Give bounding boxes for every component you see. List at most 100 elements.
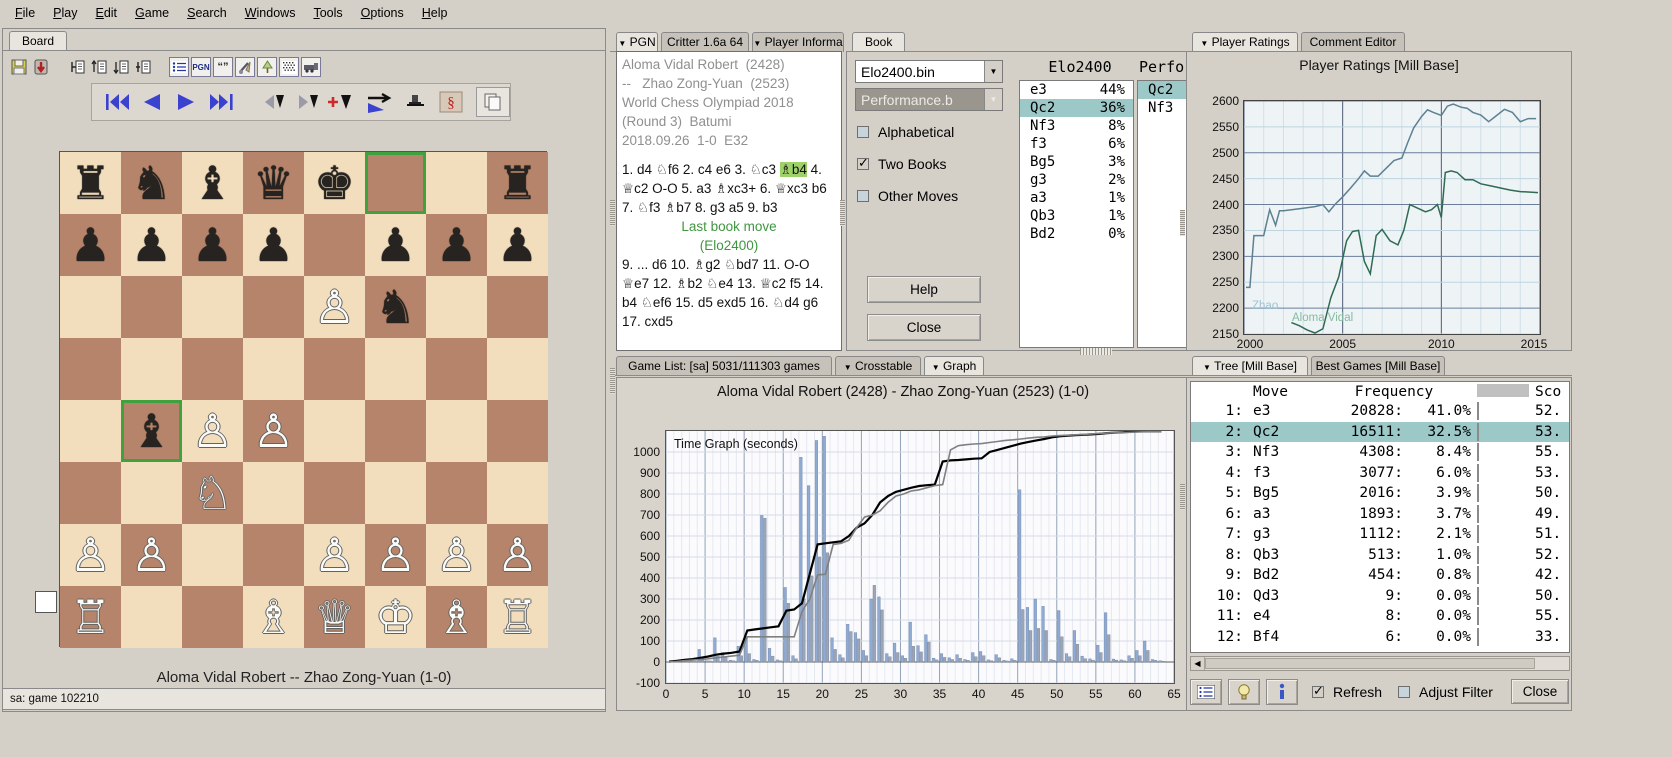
tab-player-informa[interactable]: ▼ Player Informa <box>752 32 844 52</box>
tree-row[interactable]: 2: Qc2 16511: 32.5% 53. <box>1191 421 1569 442</box>
tree-col-score[interactable]: Sco <box>1529 384 1569 400</box>
pgn-splitter[interactable] <box>610 200 615 226</box>
board-square-h4[interactable] <box>487 400 548 462</box>
go-end-icon[interactable] <box>203 87 237 117</box>
book-icon[interactable] <box>279 57 299 77</box>
tree-row-move[interactable]: Bd2 <box>1243 567 1317 583</box>
board-square-f3[interactable] <box>365 462 426 524</box>
tree-icon[interactable] <box>257 57 277 77</box>
board-square-a5[interactable] <box>60 338 121 400</box>
tree-row[interactable]: 10: Qd3 9: 0.0% 50. <box>1191 586 1569 607</box>
tab-crosstable[interactable]: ▼ Crosstable <box>835 356 921 376</box>
menu-item-play[interactable]: Play <box>44 3 86 23</box>
board-square-e3[interactable] <box>304 462 365 524</box>
board-square-f1[interactable]: ♔ <box>365 586 426 648</box>
piece-k-e8[interactable]: ♚ <box>314 160 355 206</box>
autoplay-icon[interactable] <box>361 87 401 117</box>
tree-row-move[interactable]: f3 <box>1243 465 1317 481</box>
menu-item-tools[interactable]: Tools <box>304 3 351 23</box>
piece-P-a2[interactable]: ♙ <box>70 532 111 578</box>
board-square-d8[interactable]: ♛ <box>243 152 304 214</box>
checkbox-alphabetical[interactable]: Alphabetical <box>857 124 954 140</box>
scroll-left-icon[interactable]: ◀ <box>1191 657 1205 670</box>
other-moves-checkbox-box[interactable] <box>857 190 869 202</box>
tree-row-move[interactable]: Qd3 <box>1243 588 1317 604</box>
board-square-b3[interactable] <box>121 462 182 524</box>
copy-icon[interactable] <box>476 87 510 117</box>
book-move-row[interactable]: f3 6% <box>1020 135 1133 153</box>
tree-col-move[interactable]: Move <box>1243 384 1317 400</box>
lightbulb-icon[interactable] <box>1228 679 1260 705</box>
tree-row[interactable]: 3: Nf3 4308: 8.4% 55. <box>1191 442 1569 463</box>
book-move-row[interactable]: e3 44% <box>1020 81 1133 99</box>
tree-splitter[interactable] <box>1180 484 1185 510</box>
board-square-g3[interactable] <box>426 462 487 524</box>
tree-row[interactable]: 1: e3 20828: 41.0% 52. <box>1191 401 1569 422</box>
board-square-d6[interactable] <box>243 276 304 338</box>
board-square-f6[interactable]: ♞ <box>365 276 426 338</box>
tree-horizontal-scrollbar[interactable]: ◀ <box>1190 656 1570 671</box>
board-square-b5[interactable] <box>121 338 182 400</box>
menu-item-windows[interactable]: Windows <box>236 3 305 23</box>
tree-col-frequency[interactable]: Frequency <box>1317 384 1471 400</box>
piece-N-c3[interactable]: ♘ <box>192 470 233 516</box>
book-move-row[interactable]: Nf3 8% <box>1020 117 1133 135</box>
board-square-d1[interactable]: ♗ <box>243 586 304 648</box>
board-square-c3[interactable]: ♘ <box>182 462 243 524</box>
board-square-b2[interactable]: ♙ <box>121 524 182 586</box>
piece-r-h8[interactable]: ♜ <box>497 160 538 206</box>
tab-player-ratings[interactable]: ▼ Player Ratings <box>1192 32 1298 52</box>
checkbox-refresh[interactable]: Refresh <box>1312 683 1382 700</box>
close-button[interactable]: Close <box>867 314 981 341</box>
piece-P-e2[interactable]: ♙ <box>314 532 355 578</box>
piece-p-g7[interactable]: ♟ <box>436 222 477 268</box>
gamelist-icon[interactable] <box>169 57 189 77</box>
tab-graph[interactable]: ▼ Graph <box>924 356 984 376</box>
piece-p-c7[interactable]: ♟ <box>192 222 233 268</box>
piece-p-h7[interactable]: ♟ <box>497 222 538 268</box>
board-square-c4[interactable]: ♙ <box>182 400 243 462</box>
refresh-checkbox-box[interactable] <box>1312 683 1324 699</box>
tree-row[interactable]: 4: f3 3077: 6.0% 53. <box>1191 463 1569 484</box>
piece-b-c8[interactable]: ♝ <box>192 160 233 206</box>
board-square-c8[interactable]: ♝ <box>182 152 243 214</box>
go-start-icon[interactable] <box>102 87 136 117</box>
piece-p-a7[interactable]: ♟ <box>70 222 111 268</box>
board-square-a7[interactable]: ♟ <box>60 214 121 276</box>
piece-R-a1[interactable]: ♖ <box>70 594 111 640</box>
tree-row-move[interactable]: Qc2 <box>1243 424 1317 440</box>
tree-row[interactable]: 8: Qb3 513: 1.0% 52. <box>1191 545 1569 566</box>
piece-n-b8[interactable]: ♞ <box>131 160 172 206</box>
chessboard[interactable]: ♜ ♞ ♝ ♛ ♚ ♜ ♟ ♟ ♟ ♟ ♟ ♟ ♟ ♙ ♞ ♝ ♙ ♙ ♘ ♙ ♙ ♙ ♙ ♙ ♙ ♖ ♗ ♕ ♔ ♗ ♖ <box>59 151 548 648</box>
graph-vsplitter[interactable] <box>610 368 615 394</box>
piece-r-a8[interactable]: ♜ <box>70 160 111 206</box>
board-square-g2[interactable]: ♙ <box>426 524 487 586</box>
chevron-down-icon[interactable]: ▼ <box>753 39 761 48</box>
board-square-a1[interactable]: ♖ <box>60 586 121 648</box>
add-var-last-icon[interactable] <box>133 57 153 77</box>
menu-item-options[interactable]: Options <box>352 3 413 23</box>
board-square-b4[interactable]: ♝ <box>121 400 182 462</box>
tree-row[interactable]: 7: g3 1112: 2.1% 51. <box>1191 524 1569 545</box>
board-square-f5[interactable] <box>365 338 426 400</box>
menu-item-edit[interactable]: Edit <box>86 3 126 23</box>
tab-pgn[interactable]: ▼ PGN <box>616 32 658 52</box>
add-var-down-icon[interactable] <box>111 57 131 77</box>
tree-row[interactable]: 12: Bf4 6: 0.0% 33. <box>1191 627 1569 648</box>
tree-row-move[interactable]: Bf4 <box>1243 629 1317 645</box>
move-list[interactable]: 1. d4 ♘f6 2. c4 e6 3. ♘c3 ♗b4 4. ♕c2 O-O… <box>622 160 836 331</box>
book-move-row[interactable]: a3 1% <box>1020 189 1133 207</box>
book-move-row[interactable]: Bg5 3% <box>1020 153 1133 171</box>
piece-P-h2[interactable]: ♙ <box>497 532 538 578</box>
database-import-icon[interactable] <box>31 57 51 77</box>
save-icon[interactable] <box>9 57 29 77</box>
board-square-h8[interactable]: ♜ <box>487 152 548 214</box>
chevron-down-icon[interactable]: ▼ <box>984 61 1002 82</box>
step-back-icon[interactable] <box>136 87 170 117</box>
scrollbar-thumb[interactable] <box>1205 658 1535 669</box>
chevron-down-icon-2[interactable]: ▼ <box>984 89 1002 110</box>
book-splitter[interactable] <box>840 200 845 226</box>
chevron-down-icon[interactable]: ▼ <box>1203 363 1211 372</box>
book-file2-combo[interactable]: Performance.b ▼ <box>855 88 1003 111</box>
board-square-e4[interactable] <box>304 400 365 462</box>
